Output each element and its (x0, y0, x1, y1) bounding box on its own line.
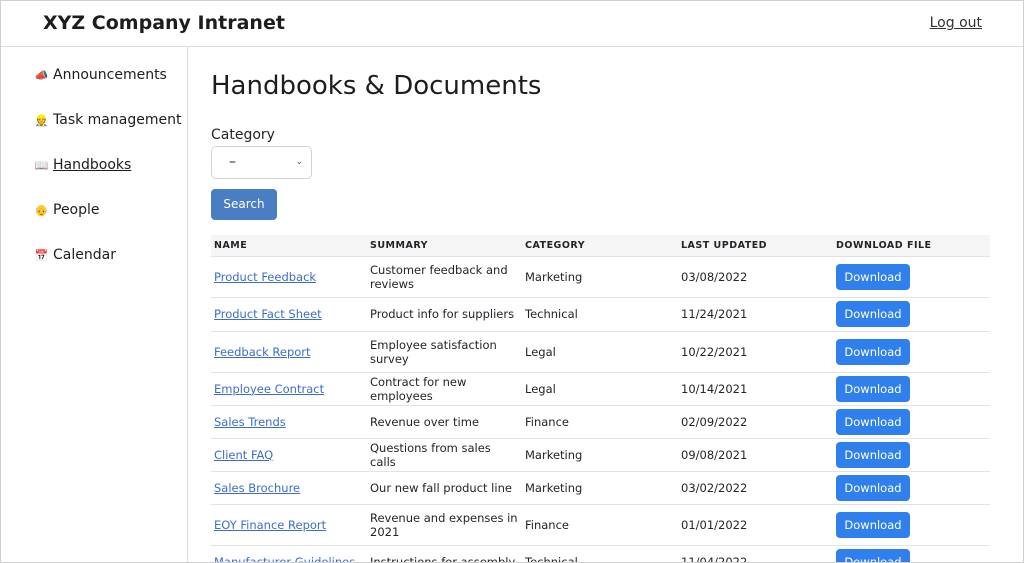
last-updated-cell: 10/22/2021 (678, 330, 833, 372)
column-header-download-file: DOWNLOAD FILE (836, 239, 932, 251)
column-header-name: NAME (214, 239, 248, 251)
download-button[interactable]: Download (836, 548, 910, 562)
sidebar-item-label: Task management (53, 112, 182, 128)
category-cell: Marketing (522, 437, 678, 471)
document-link[interactable]: EOY Finance Report (214, 518, 326, 532)
document-link[interactable]: Product Feedback (214, 270, 316, 284)
summary-cell: Our new fall product line (367, 470, 522, 504)
document-link[interactable]: Sales Trends (214, 415, 286, 429)
document-link[interactable]: Manufacturer Guidelines (214, 555, 355, 562)
table-row: Client FAQ Questions from sales calls Ma… (211, 437, 990, 471)
megaphone-icon: 📣 (34, 68, 49, 82)
site-title: XYZ Company Intranet (43, 12, 285, 34)
logout-link[interactable]: Log out (930, 15, 982, 31)
download-button[interactable]: Download (836, 301, 910, 327)
table-row: Sales Trends Revenue over time Finance 0… (211, 404, 990, 438)
search-button[interactable]: Search (211, 189, 277, 220)
summary-cell: Revenue over time (367, 404, 522, 438)
download-button[interactable]: Download (836, 263, 910, 290)
last-updated-cell: 02/09/2022 (678, 404, 833, 438)
category-select-value: – (229, 154, 236, 170)
column-header-last-updated: LAST UPDATED (681, 239, 768, 251)
sidebar: 📣 Announcements 👷 Task management 📖 Hand… (1, 47, 188, 562)
category-cell: Marketing (522, 255, 678, 297)
last-updated-cell: 01/01/2022 (678, 503, 833, 545)
sidebar-item-label: Announcements (53, 67, 167, 83)
category-label: Category (211, 127, 275, 143)
category-select[interactable]: – ⌄ (211, 146, 312, 179)
last-updated-cell: 03/02/2022 (678, 470, 833, 504)
summary-cell: Revenue and expenses in 2021 (367, 503, 522, 545)
summary-cell: Employee satisfaction survey (367, 330, 522, 372)
download-button[interactable]: Download (836, 408, 910, 435)
download-button[interactable]: Download (836, 511, 910, 538)
category-cell: Legal (522, 371, 678, 405)
summary-cell: Questions from sales calls (367, 437, 522, 471)
column-header-summary: SUMMARY (370, 239, 428, 251)
download-button[interactable]: Download (836, 375, 910, 402)
table-row: Product Feedback Customer feedback and r… (211, 255, 990, 297)
worker-icon: 👷 (34, 113, 49, 127)
category-cell: Technical (522, 544, 678, 562)
last-updated-cell: 10/14/2021 (678, 371, 833, 405)
document-link[interactable]: Feedback Report (214, 345, 311, 359)
document-link[interactable]: Sales Brochure (214, 481, 300, 495)
sidebar-item-handbooks[interactable]: 📖 Handbooks (34, 157, 132, 173)
chevron-down-icon: ⌄ (295, 157, 303, 167)
table-row: EOY Finance Report Revenue and expenses … (211, 503, 990, 545)
document-link[interactable]: Client FAQ (214, 448, 273, 462)
sidebar-item-calendar[interactable]: 📅 Calendar (34, 247, 116, 263)
sidebar-item-announcements[interactable]: 📣 Announcements (34, 67, 167, 83)
category-cell: Technical (522, 296, 678, 331)
sidebar-item-label: Handbooks (53, 157, 132, 173)
page-title: Handbooks & Documents (211, 71, 542, 101)
category-cell: Legal (522, 330, 678, 372)
documents-table: NAME SUMMARY CATEGORY LAST UPDATED DOWNL… (211, 235, 990, 562)
sidebar-item-label: People (53, 202, 100, 218)
person-icon: 👴 (34, 203, 49, 217)
download-button[interactable]: Download (836, 441, 910, 468)
last-updated-cell: 09/08/2021 (678, 437, 833, 471)
download-button[interactable]: Download (836, 474, 910, 501)
summary-cell: Customer feedback and reviews (367, 255, 522, 297)
table-header-row: NAME SUMMARY CATEGORY LAST UPDATED DOWNL… (211, 235, 990, 256)
summary-cell: Product info for suppliers (367, 296, 522, 331)
sidebar-item-label: Calendar (53, 247, 116, 263)
category-cell: Marketing (522, 470, 678, 504)
table-row: Sales Brochure Our new fall product line… (211, 470, 990, 504)
download-button[interactable]: Download (836, 338, 910, 365)
document-link[interactable]: Product Fact Sheet (214, 307, 322, 321)
last-updated-cell: 11/04/2022 (678, 544, 833, 562)
last-updated-cell: 11/24/2021 (678, 296, 833, 331)
book-icon: 📖 (34, 158, 49, 172)
summary-cell: Contract for new employees (367, 371, 522, 405)
sidebar-item-people[interactable]: 👴 People (34, 202, 100, 218)
table-row: Manufacturer Guidelines Instructions for… (211, 544, 990, 562)
top-navbar: XYZ Company Intranet Log out (1, 1, 1023, 47)
table-row: Employee Contract Contract for new emplo… (211, 371, 990, 405)
sidebar-item-task-management[interactable]: 👷 Task management (34, 112, 182, 128)
column-header-category: CATEGORY (525, 239, 586, 251)
calendar-icon: 📅 (34, 248, 49, 262)
last-updated-cell: 03/08/2022 (678, 255, 833, 297)
table-row: Feedback Report Employee satisfaction su… (211, 330, 990, 372)
category-cell: Finance (522, 404, 678, 438)
table-row: Product Fact Sheet Product info for supp… (211, 296, 990, 331)
category-cell: Finance (522, 503, 678, 545)
summary-cell: Instructions for assembly (367, 544, 522, 562)
document-link[interactable]: Employee Contract (214, 382, 324, 396)
app-window: XYZ Company Intranet Log out 📣 Announcem… (0, 0, 1024, 563)
